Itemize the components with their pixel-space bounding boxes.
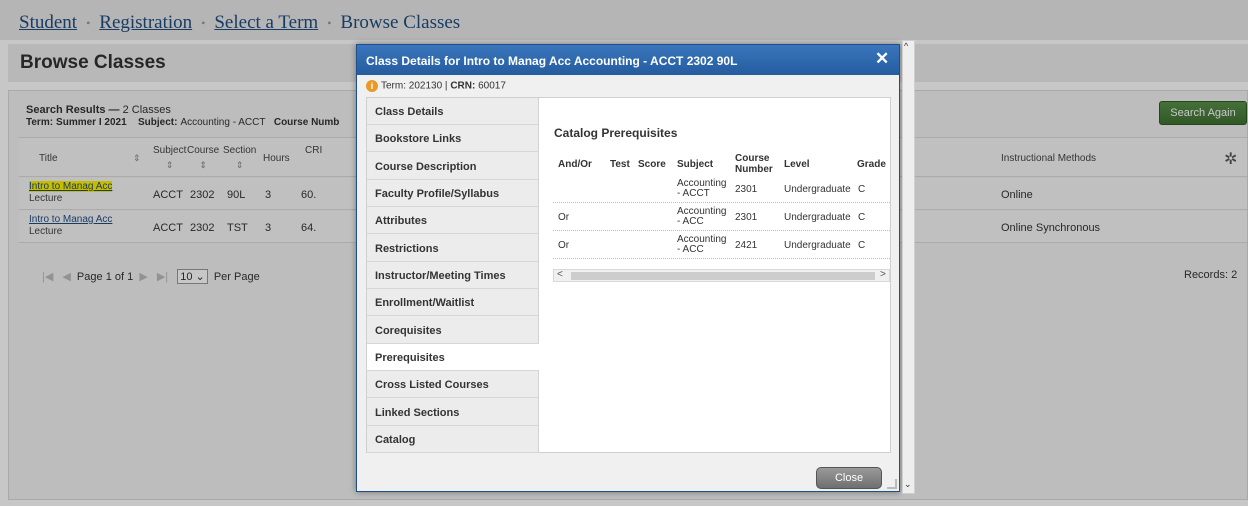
tab-cross-listed-courses[interactable]: Cross Listed Courses [367, 371, 539, 398]
horizontal-scrollbar[interactable]: < > [553, 269, 890, 282]
details-tab-list: Class Details Bookstore Links Course Des… [367, 98, 539, 453]
dialog-title-bar[interactable]: Class Details for Intro to Manag Acc Acc… [357, 45, 899, 75]
column-and-or: And/Or [558, 159, 592, 170]
column-subject: Subject [677, 159, 714, 170]
prerequisites-pane: Catalog Prerequisites And/Or Test Score … [539, 98, 890, 453]
scroll-left-icon[interactable]: < [557, 269, 563, 280]
scroll-right-icon[interactable]: > [880, 269, 886, 280]
column-level: Level [784, 159, 810, 170]
cell-level: Undergraduate [784, 212, 851, 223]
cell-subject-line2: - ACC [677, 244, 704, 255]
term-crn-line: i Term: 202130 | CRN: 60017 [366, 80, 506, 92]
term-label: Term: [381, 80, 406, 92]
cell-subject: Accounting - ACCT [677, 179, 726, 199]
tab-restrictions[interactable]: Restrictions [367, 235, 539, 262]
cell-and-or: Or [558, 212, 570, 223]
class-details-dialog: Class Details for Intro to Manag Acc Acc… [356, 44, 900, 492]
tab-prerequisites[interactable]: Prerequisites [367, 344, 539, 371]
cell-grade: C [858, 184, 866, 195]
resize-grip-icon[interactable] [887, 479, 897, 489]
cell-and-or: Or [558, 240, 570, 251]
cell-subject-line2: - ACCT [677, 188, 710, 199]
cell-subject: Accounting - ACC [677, 207, 726, 227]
tab-catalog[interactable]: Catalog [367, 426, 539, 453]
term-value: 202130 [408, 80, 443, 92]
info-icon: i [366, 80, 378, 92]
column-course-number-line2: Number [735, 164, 773, 175]
vertical-scrollbar[interactable]: ^ ⌄ [902, 40, 915, 494]
column-score: Score [638, 159, 666, 170]
dialog-title: Class Details for Intro to Manag Acc Acc… [366, 54, 738, 68]
close-button[interactable]: Close [816, 467, 882, 489]
tab-linked-sections[interactable]: Linked Sections [367, 399, 539, 426]
tab-enrollment-waitlist[interactable]: Enrollment/Waitlist [367, 289, 539, 316]
cell-level: Undergraduate [784, 240, 851, 251]
column-course-number: Course Number [735, 153, 773, 175]
cell-level: Undergraduate [784, 184, 851, 195]
cell-grade: C [858, 212, 866, 223]
tab-class-details[interactable]: Class Details [367, 98, 539, 125]
column-test: Test [610, 159, 630, 170]
cell-subject: Accounting - ACC [677, 235, 726, 255]
scrollbar-thumb[interactable] [571, 272, 875, 280]
tab-course-description[interactable]: Course Description [367, 153, 539, 180]
tab-instructor-meeting-times[interactable]: Instructor/Meeting Times [367, 262, 539, 289]
column-course-number-line1: Course [735, 153, 770, 164]
column-grade: Grade [857, 159, 886, 170]
cell-course-number: 2301 [735, 184, 758, 195]
scroll-up-icon[interactable]: ^ [904, 41, 908, 51]
prerequisite-row: Accounting - ACCT 2301 Undergraduate C [553, 175, 890, 203]
prerequisite-row: Or Accounting - ACC 2421 Undergraduate C [553, 231, 890, 259]
tab-attributes[interactable]: Attributes [367, 207, 539, 234]
tab-corequisites[interactable]: Corequisites [367, 317, 539, 344]
prerequisite-row: Or Accounting - ACC 2301 Undergraduate C [553, 203, 890, 231]
dialog-body: Class Details Bookstore Links Course Des… [366, 97, 891, 453]
crn-value: 60017 [478, 80, 506, 92]
close-icon[interactable]: ✕ [875, 49, 889, 69]
tab-faculty-profile-syllabus[interactable]: Faculty Profile/Syllabus [367, 180, 539, 207]
cell-course-number: 2301 [735, 212, 758, 223]
cell-grade: C [858, 240, 866, 251]
tab-bookstore-links[interactable]: Bookstore Links [367, 125, 539, 152]
cell-subject-line2: - ACC [677, 216, 704, 227]
scroll-down-icon[interactable]: ⌄ [904, 479, 912, 490]
crn-label: CRN: [450, 80, 476, 92]
cell-course-number: 2421 [735, 240, 758, 251]
pane-title: Catalog Prerequisites [554, 126, 678, 140]
